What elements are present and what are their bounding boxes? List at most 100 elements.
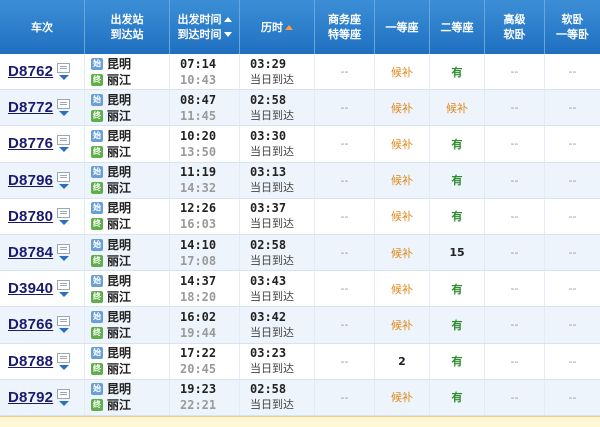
expand-stops-icon[interactable] [58,147,69,153]
second-class-seat[interactable]: 有 [430,379,485,415]
second-class-seat[interactable]: 有 [430,343,485,379]
from-station[interactable]: 昆明 [107,56,131,72]
expand-stops-icon[interactable] [58,183,69,189]
first-class-seat[interactable]: 候补 [375,198,430,234]
stations-cell: 始昆明终丽江 [85,54,170,90]
to-station[interactable]: 丽江 [107,289,131,305]
header-duration-label[interactable]: 历时 [261,20,283,35]
second-class-seat[interactable]: 有 [430,271,485,307]
second-class-seat[interactable]: 候补 [430,90,485,126]
to-station[interactable]: 丽江 [107,325,131,341]
train-number-link[interactable]: D8772 [8,99,53,116]
to-station[interactable]: 丽江 [107,144,131,160]
soft-sleeper: -- [568,246,577,260]
header-times[interactable]: 出发时间 到达时间 [170,0,240,54]
from-station[interactable]: 昆明 [107,345,131,361]
train-card-icon[interactable] [57,352,71,363]
times-cell: 07:14 10:43 [170,54,240,90]
train-number-link[interactable]: D8762 [8,63,53,80]
to-station[interactable]: 丽江 [107,361,131,377]
deluxe-soft-sleeper: -- [485,379,545,415]
train-number-link[interactable]: D8796 [8,172,53,189]
departure-time: 14:37 [180,273,217,288]
train-cell: D8776 [0,126,85,162]
first-class-seat[interactable]: 候补 [375,271,430,307]
expand-stops-icon[interactable] [58,256,69,262]
expand-stops-icon[interactable] [58,219,69,225]
train-number-link[interactable]: D8784 [8,244,53,261]
expand-stops-icon[interactable] [58,364,69,370]
header-stations: 出发站 到达站 [85,0,170,54]
first-class-seat[interactable]: 候补 [375,162,430,198]
header-duration[interactable]: 历时 [240,0,315,54]
train-card-icon[interactable] [57,207,71,218]
train-number-link[interactable]: D8776 [8,135,53,152]
expand-stops-icon[interactable] [58,111,69,117]
train-number-link[interactable]: D8792 [8,389,53,406]
expand-stops-icon[interactable] [58,400,69,406]
train-number-link[interactable]: D8766 [8,316,53,333]
times-cell: 17:22 20:45 [170,343,240,379]
departure-time: 17:22 [180,346,217,361]
from-station[interactable]: 昆明 [107,273,131,289]
duration-cell: 03:37 当日到达 [240,198,315,234]
header-dep-label[interactable]: 出发时间 [178,12,222,27]
first-class-seat[interactable]: 候补 [375,234,430,271]
from-station[interactable]: 昆明 [107,237,131,253]
first-class-seat[interactable]: 候补 [375,90,430,126]
header-to-label: 到达站 [110,28,144,41]
from-station[interactable]: 昆明 [107,381,131,397]
to-station[interactable]: 丽江 [107,397,131,413]
from-station[interactable]: 昆明 [107,128,131,144]
to-station[interactable]: 丽江 [107,72,131,88]
second-class-seat[interactable]: 有 [430,54,485,90]
train-card-icon[interactable] [57,63,71,74]
from-station[interactable]: 昆明 [107,309,131,325]
to-station[interactable]: 丽江 [107,108,131,124]
expand-stops-icon[interactable] [58,328,69,334]
expand-stops-icon[interactable] [58,75,69,81]
to-station[interactable]: 丽江 [107,216,131,232]
train-card-icon[interactable] [57,280,71,291]
train-card-icon[interactable] [57,244,71,255]
header-arr-label[interactable]: 到达时间 [178,27,222,42]
start-station-icon: 始 [91,310,103,323]
second-class-seat[interactable]: 有 [430,162,485,198]
duration-cell: 03:42 当日到达 [240,307,315,343]
from-station[interactable]: 昆明 [107,92,131,108]
from-station[interactable]: 昆明 [107,200,131,216]
train-number-link[interactable]: D8788 [8,353,53,370]
deluxe-soft-sleeper: -- [485,90,545,126]
sort-asc-icon[interactable] [223,17,232,22]
sort-desc-icon[interactable] [223,32,232,37]
train-card-icon[interactable] [57,135,71,146]
to-station[interactable]: 丽江 [107,253,131,269]
first-class-seat[interactable]: 候补 [375,54,430,90]
expand-stops-icon[interactable] [58,292,69,298]
to-station[interactable]: 丽江 [107,180,131,196]
second-class-seat[interactable]: 有 [430,198,485,234]
arrival-note: 当日到达 [250,72,294,86]
arrival-time: 18:20 [180,289,217,304]
train-card-icon[interactable] [57,388,71,399]
train-card-icon[interactable] [57,316,71,327]
train-cell: D8788 [0,343,85,379]
train-number-link[interactable]: D8780 [8,208,53,225]
sort-duration-icon[interactable] [285,24,293,30]
first-class-seat[interactable]: 候补 [375,307,430,343]
stations-cell: 始昆明终丽江 [85,198,170,234]
second-class-seat[interactable]: 有 [430,307,485,343]
second-class-seat[interactable]: 有 [430,126,485,162]
arrival-note: 当日到达 [250,217,294,231]
train-card-icon[interactable] [57,99,71,110]
train-card-icon[interactable] [57,171,71,182]
first-class-seat[interactable]: 候补 [375,126,430,162]
from-station[interactable]: 昆明 [107,164,131,180]
duration-value: 03:37 [250,201,287,216]
train-number-link[interactable]: D3940 [8,280,53,297]
first-class-seat[interactable]: 2 [375,343,430,379]
header-first: 一等座 [375,0,430,54]
business-seat: -- [315,379,375,415]
first-class-seat[interactable]: 候补 [375,379,430,415]
second-class-seat[interactable]: 15 [430,234,485,271]
